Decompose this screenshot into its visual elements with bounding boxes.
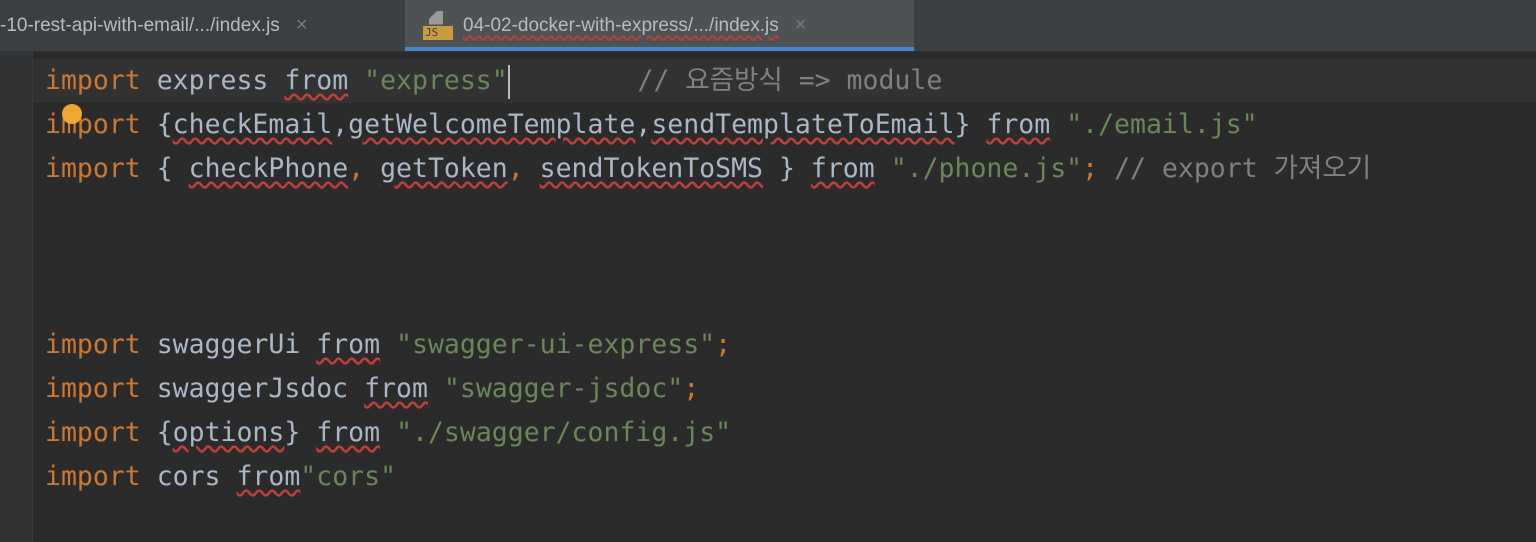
code-token: // export 가져오기 [1098, 153, 1372, 184]
code-token: sendTemplateToEmail [651, 109, 955, 140]
code-token: "express" [364, 65, 508, 96]
code-token: checkEmail [172, 109, 333, 140]
code-token: from [986, 109, 1051, 140]
code-token: import [45, 461, 141, 492]
code-token: } [284, 417, 317, 448]
code-token: , [332, 109, 349, 140]
code-token: import [45, 109, 141, 140]
code-token: "./phone.js" [890, 153, 1083, 184]
code-token: "cors" [300, 461, 397, 492]
code-token: { [140, 417, 173, 448]
code-token: // 요즘방식 => module [637, 65, 943, 96]
code-token: "swagger-ui-express" [396, 329, 716, 360]
code-token: import [45, 417, 141, 448]
lightbulb-icon[interactable] [62, 104, 82, 124]
code-token: from [316, 329, 381, 360]
code-token: import [45, 65, 141, 96]
code-token: , [635, 109, 652, 140]
tab-label: -10-rest-api-with-email/.../index.js [0, 14, 280, 36]
code-token: { [140, 153, 189, 184]
code-token: { [140, 109, 173, 140]
code-token: } [763, 153, 811, 184]
code-token: from [236, 461, 301, 492]
code-line[interactable]: import {checkEmail,getWelcomeTemplate,se… [45, 103, 1371, 147]
editor-tab-bar: -10-rest-api-with-email/.../index.js × J… [0, 0, 1536, 52]
code-line[interactable] [45, 279, 1371, 323]
code-line[interactable]: import {options} from "./swagger/config.… [45, 411, 1371, 455]
js-badge: JS [423, 25, 453, 40]
code-line[interactable]: import { checkPhone, getToken, sendToken… [45, 147, 1371, 191]
code-line[interactable] [45, 191, 1371, 235]
code-editor[interactable]: import express from "express" // 요즘방식 =>… [45, 59, 1371, 499]
code-token: from [810, 153, 875, 184]
code-token: } [954, 109, 987, 140]
close-icon[interactable]: × [795, 14, 807, 37]
code-token: swaggerJsdoc [140, 373, 365, 404]
tab-docker-with-express-index[interactable]: JS 04-02-docker-with-express/.../index.j… [405, 0, 914, 51]
code-token: , [507, 153, 540, 184]
code-token: import [45, 373, 141, 404]
code-token: , [348, 153, 381, 184]
code-token: import [45, 153, 141, 184]
code-token: swaggerUi [140, 329, 317, 360]
tab-label: 04-02-docker-with-express/.../index.js [463, 14, 779, 36]
close-icon[interactable]: × [296, 14, 308, 37]
code-line[interactable] [45, 235, 1371, 279]
code-line[interactable]: import swaggerUi from "swagger-ui-expres… [45, 323, 1371, 367]
code-token: ; [1082, 153, 1099, 184]
code-token: getToken [380, 153, 508, 184]
code-token: getWelcomeTemplate [348, 109, 636, 140]
editor-gutter[interactable] [0, 52, 33, 542]
code-token: "./swagger/config.js" [396, 417, 732, 448]
code-token: checkPhone [188, 153, 349, 184]
code-token: import [45, 329, 141, 360]
code-token: "./email.js" [1066, 109, 1258, 140]
js-file-icon: JS [423, 10, 453, 41]
tab-rest-api-with-email-index[interactable]: -10-rest-api-with-email/.../index.js × [0, 0, 403, 51]
code-token: sendTokenToSMS [539, 153, 764, 184]
code-token: ; [683, 373, 700, 404]
code-line[interactable]: import cors from"cors" [45, 455, 1371, 499]
code-token: cors [140, 461, 237, 492]
code-token: options [172, 417, 285, 448]
code-token: ; [715, 329, 732, 360]
code-token: from [316, 417, 381, 448]
code-token: from [284, 65, 349, 96]
code-token: from [364, 373, 428, 404]
code-token: express [140, 65, 285, 96]
code-line[interactable]: import swaggerJsdoc from "swagger-jsdoc"… [45, 367, 1371, 411]
code-token: "swagger-jsdoc" [443, 373, 684, 404]
code-line[interactable]: import express from "express" // 요즘방식 =>… [45, 59, 1371, 103]
